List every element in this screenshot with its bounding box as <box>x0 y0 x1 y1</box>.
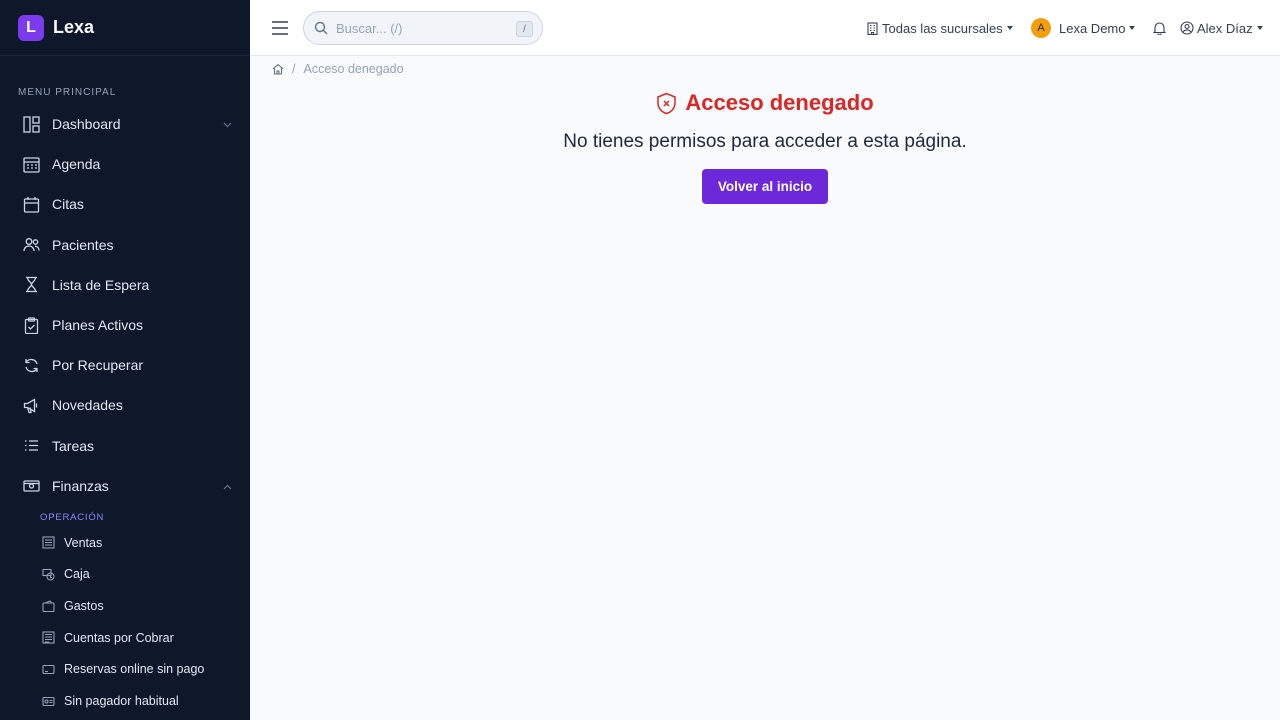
page-title: Acceso denegado <box>656 90 874 116</box>
brand[interactable]: L Lexa <box>0 0 250 56</box>
sidebar-item-tareas[interactable]: Tareas <box>0 426 250 466</box>
search-icon <box>314 21 328 35</box>
org-name: Lexa Demo <box>1059 20 1126 36</box>
id-card-icon <box>42 695 55 708</box>
clipboard-check-icon <box>22 316 40 334</box>
sidebar-item-label: Novedades <box>52 397 123 414</box>
sidebar-subitem-label: Sin pagador habitual <box>64 694 179 709</box>
org-avatar: A <box>1031 18 1051 38</box>
notifications-button[interactable] <box>1153 0 1166 56</box>
finanzas-sub-label: OPERACIÓN <box>40 511 105 523</box>
home-icon[interactable] <box>272 63 284 75</box>
cash-icon <box>22 477 40 495</box>
sidebar-item-label: Citas <box>52 196 84 213</box>
sidebar-item-finanzas[interactable]: Finanzas <box>0 466 250 506</box>
sidebar-subitem-reservas-online[interactable]: Reservas online sin pago <box>0 654 250 686</box>
sidebar-subitem-gastos[interactable]: Gastos <box>0 590 250 622</box>
chevron-down-icon <box>223 115 232 133</box>
sidebar-item-planes-activos[interactable]: Planes Activos <box>0 305 250 345</box>
topbar: / Todas las sucursales A Lexa Demo Alex … <box>250 0 1280 56</box>
users-icon <box>22 236 40 254</box>
sidebar-item-label: Dashboard <box>52 116 121 133</box>
wallet-icon <box>42 599 55 613</box>
sidebar: L Lexa MENU PRINCIPAL Dashboard Agenda C… <box>0 0 250 720</box>
search-box[interactable]: / <box>303 11 543 45</box>
access-denied-panel: Acceso denegado No tienes permisos para … <box>250 90 1280 204</box>
sidebar-item-novedades[interactable]: Novedades <box>0 385 250 425</box>
breadcrumb-separator: / <box>292 62 296 76</box>
page-title-text: Acceso denegado <box>685 90 874 115</box>
access-denied-message: No tienes permisos para acceder a esta p… <box>563 131 967 152</box>
sidebar-item-citas[interactable]: Citas <box>0 184 250 224</box>
sidebar-item-por-recuperar[interactable]: Por Recuperar <box>0 345 250 385</box>
caret-down-icon <box>1129 26 1136 30</box>
sidebar-subitem-cuentas-por-cobrar[interactable]: Cuentas por Cobrar <box>0 622 250 654</box>
sidebar-item-label: Finanzas <box>52 477 109 494</box>
user-name: Alex Díaz <box>1197 20 1253 36</box>
sidebar-item-label: Planes Activos <box>52 317 144 334</box>
sidebar-item-lista-de-espera[interactable]: Lista de Espera <box>0 265 250 305</box>
receipt-icon <box>42 536 55 549</box>
sidebar-subitem-caja[interactable]: Caja <box>0 559 250 591</box>
sidebar-item-label: Lista de Espera <box>52 276 150 293</box>
megaphone-icon <box>22 396 40 414</box>
branch-selector-label: Todas las sucursales <box>882 20 1003 36</box>
brand-logo: L <box>18 14 44 41</box>
caret-down-icon <box>1256 26 1263 30</box>
chevron-up-icon <box>223 477 232 495</box>
sidebar-subitem-label: Caja <box>64 567 90 582</box>
search-input[interactable] <box>336 20 506 36</box>
building-icon <box>867 21 878 35</box>
brand-name: Lexa <box>53 17 95 37</box>
sidebar-subitem-label: Gastos <box>64 599 104 614</box>
card-icon <box>42 663 55 676</box>
calendar-grid-icon <box>22 155 40 173</box>
sidebar-item-label: Agenda <box>52 156 101 173</box>
search-shortcut-key: / <box>516 21 533 37</box>
user-menu[interactable]: Alex Díaz <box>1180 0 1263 56</box>
calendar-icon <box>22 195 40 213</box>
hourglass-icon <box>22 276 40 294</box>
sidebar-item-label: Tareas <box>52 437 95 454</box>
shield-x-icon <box>656 92 677 115</box>
sidebar-item-label: Pacientes <box>52 236 114 253</box>
sidebar-item-pacientes[interactable]: Pacientes <box>0 225 250 265</box>
sidebar-subitem-label: Ventas <box>64 535 103 550</box>
breadcrumb-current: Acceso denegado <box>303 62 404 76</box>
list-icon <box>22 437 40 455</box>
breadcrumb: / Acceso denegado <box>272 62 404 76</box>
sidebar-subitem-label: Cuentas por Cobrar <box>64 630 174 645</box>
back-home-button[interactable]: Volver al inicio <box>701 169 829 204</box>
bell-icon <box>1153 21 1166 35</box>
sidebar-item-agenda[interactable]: Agenda <box>0 144 250 184</box>
sidebar-subitem-ventas[interactable]: Ventas <box>0 527 250 559</box>
caret-down-icon <box>1006 26 1013 30</box>
sidebar-subitem-label: Reservas online sin pago <box>64 662 205 677</box>
main-content: / Acceso denegado Acceso denegado No tie… <box>250 56 1280 720</box>
sidebar-item-dashboard[interactable]: Dashboard <box>0 104 250 144</box>
ledger-icon <box>42 631 55 644</box>
sidebar-item-label: Por Recuperar <box>52 357 144 374</box>
refresh-icon <box>22 356 40 374</box>
org-selector[interactable]: A Lexa Demo <box>1031 0 1136 56</box>
branch-selector[interactable]: Todas las sucursales <box>867 0 1013 56</box>
sidebar-subitem-sin-pagador[interactable]: Sin pagador habitual <box>0 685 250 717</box>
sidebar-section-label: MENU PRINCIPAL <box>18 87 117 98</box>
dashboard-icon <box>22 115 40 133</box>
hamburger-menu-icon[interactable] <box>271 18 289 38</box>
cash-register-icon <box>42 568 55 581</box>
user-circle-icon <box>1180 21 1194 35</box>
